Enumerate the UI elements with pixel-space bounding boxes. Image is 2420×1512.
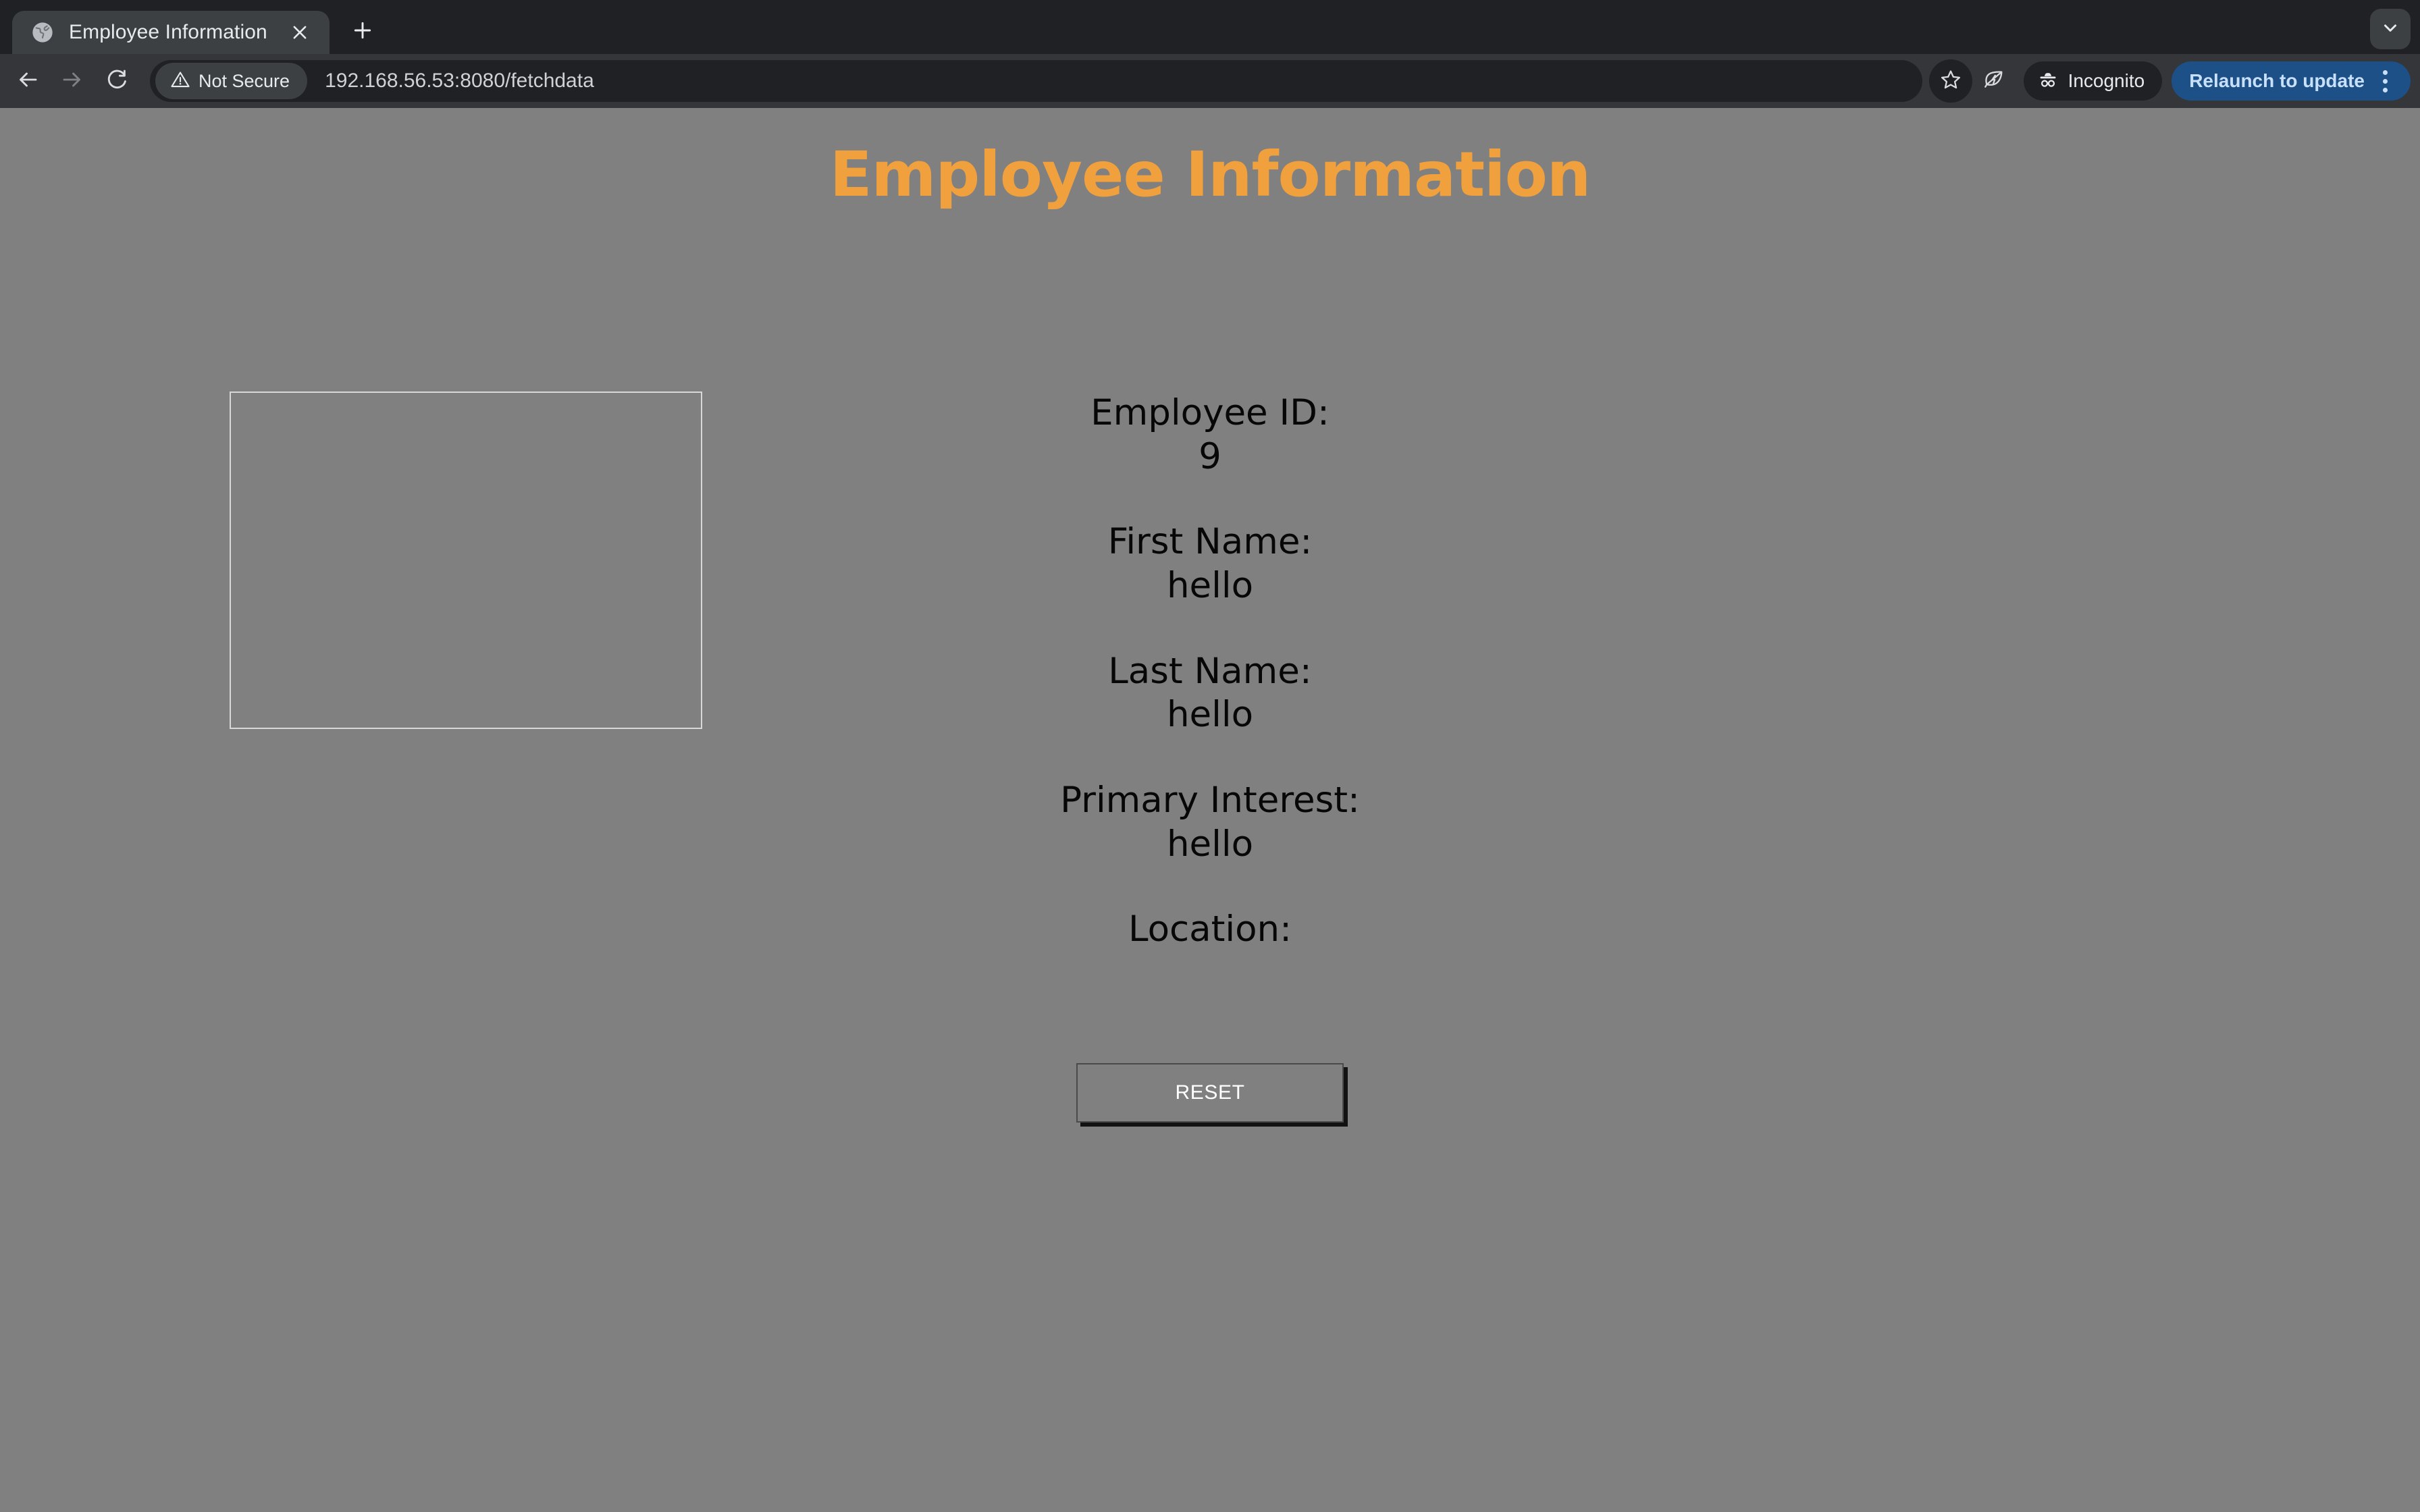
security-status-label: Not Secure [199, 70, 290, 91]
browser-tab[interactable]: Employee Information [12, 11, 330, 54]
incognito-hat-icon [2037, 69, 2059, 94]
field-value [0, 952, 2420, 954]
star-icon [1939, 68, 1962, 94]
forward-arrow-icon [60, 68, 84, 95]
url-text: 192.168.56.53:8080/fetchdata [325, 70, 594, 92]
reset-button[interactable]: RESET [1076, 1063, 1344, 1123]
field-value: 9 [1199, 435, 1221, 477]
new-tab-button[interactable] [342, 11, 384, 53]
back-arrow-icon [16, 68, 40, 95]
tab-strip-right-controls [2370, 9, 2411, 49]
reload-button[interactable] [95, 59, 139, 103]
field-employee-id: Employee ID: 9 [0, 392, 2420, 479]
energy-saver-button[interactable] [1972, 59, 2016, 103]
plus-icon [352, 20, 373, 45]
relaunch-to-update-button[interactable]: Relaunch to update [2172, 61, 2411, 101]
page-viewport: Employee Information Employee ID: 9 Firs… [0, 108, 2420, 1512]
field-label: First Name: [1107, 521, 1313, 563]
field-label: Location: [1128, 909, 1292, 950]
incognito-indicator[interactable]: Incognito [2023, 61, 2163, 101]
tab-search-button[interactable] [2370, 9, 2411, 49]
page-title: Employee Information [829, 138, 1592, 211]
browser-window: Employee Information Not Secure 192.168.… [0, 0, 2420, 1512]
field-label: Primary Interest: [1060, 779, 1360, 821]
field-label: Employee ID: [1090, 392, 1330, 433]
back-button[interactable] [5, 59, 50, 103]
field-last-name: Last Name: hello [0, 650, 2420, 737]
field-label: Last Name: [1108, 650, 1312, 692]
bookmark-button[interactable] [1928, 59, 1972, 103]
relaunch-label: Relaunch to update [2189, 70, 2365, 91]
reload-icon [105, 68, 129, 95]
close-icon[interactable] [285, 18, 315, 47]
tab-strip: Employee Information [0, 0, 2420, 54]
field-value: hello [1166, 564, 1254, 606]
field-primary-interest: Primary Interest: hello [0, 779, 2420, 866]
incognito-label: Incognito [2068, 70, 2145, 91]
field-value: hello [1166, 694, 1254, 736]
warning-triangle-icon [170, 70, 190, 93]
chevron-down-icon [2380, 18, 2400, 41]
address-bar[interactable]: Not Secure 192.168.56.53:8080/fetchdata [150, 60, 1922, 102]
forward-button[interactable] [50, 59, 95, 103]
field-value: hello [1166, 823, 1254, 865]
employee-info-list: Employee ID: 9 First Name: hello Last Na… [0, 392, 2420, 954]
leaf-bolt-icon [1982, 68, 2005, 94]
security-status-chip[interactable]: Not Secure [155, 63, 308, 99]
kebab-menu-icon[interactable] [2371, 65, 2398, 97]
field-location: Location: [0, 908, 2420, 954]
globe-icon [31, 21, 54, 44]
tab-title: Employee Information [69, 21, 267, 43]
browser-toolbar: Not Secure 192.168.56.53:8080/fetchdata [0, 54, 2420, 108]
reset-button-container: RESET [0, 1063, 2420, 1123]
field-first-name: First Name: hello [0, 520, 2420, 608]
